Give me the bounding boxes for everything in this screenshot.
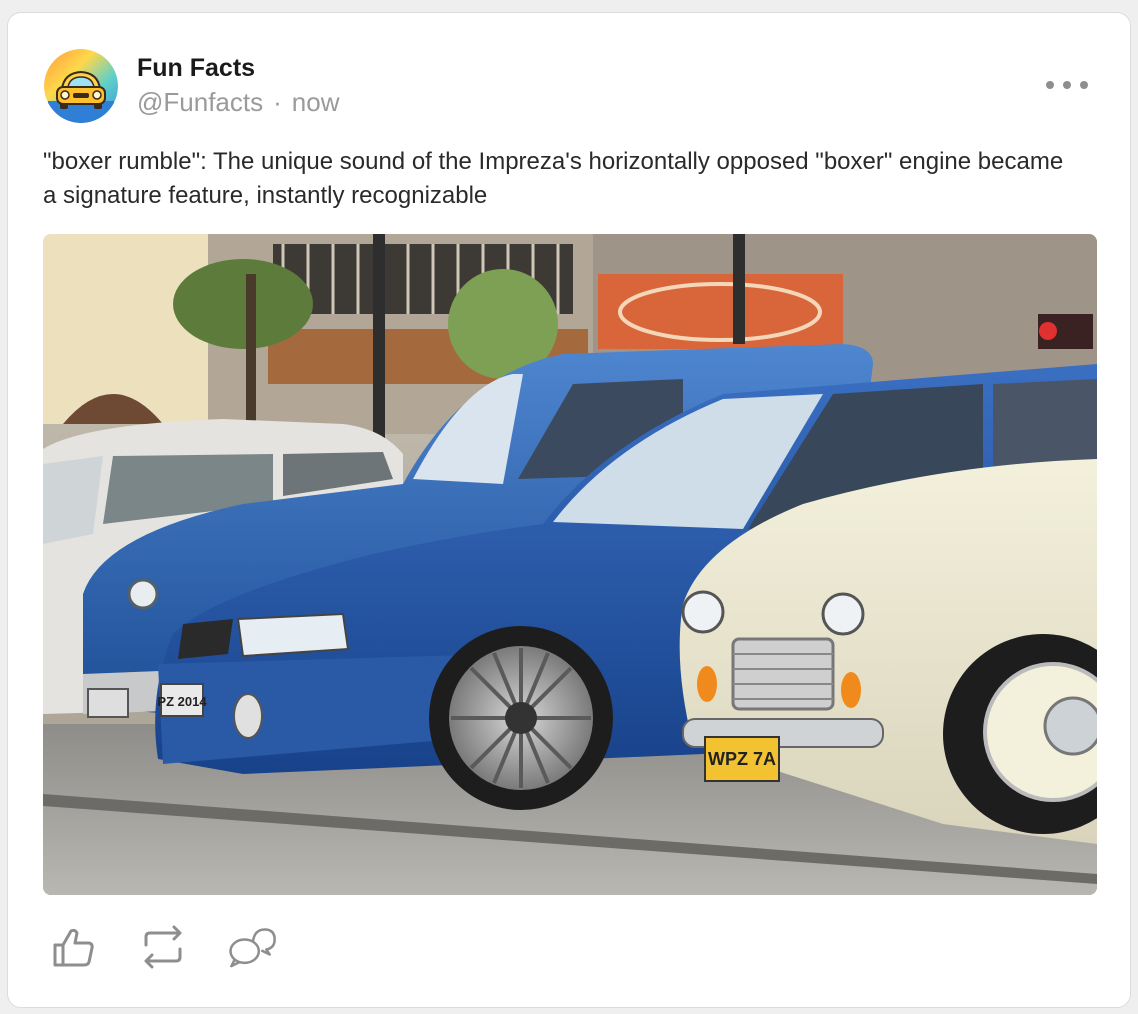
- like-button[interactable]: [48, 922, 98, 972]
- repost-icon: [144, 925, 182, 969]
- comment-icon: [229, 928, 276, 968]
- plate-text-blue: PZ 2014: [157, 694, 207, 709]
- post-text: "boxer rumble": The unique sound of the …: [43, 148, 1064, 209]
- author-name[interactable]: Fun Facts: [137, 54, 255, 83]
- author-avatar[interactable]: [44, 49, 118, 123]
- comment-button[interactable]: [228, 922, 278, 972]
- post-timestamp[interactable]: now: [292, 87, 340, 117]
- car-avatar-icon: [44, 49, 118, 123]
- like-icon: [53, 928, 94, 967]
- post-image[interactable]: PZ 2014 WPZ 7A: [43, 234, 1097, 895]
- author-handle[interactable]: @Funfacts: [137, 87, 263, 117]
- plate-text-cream: WPZ 7A: [708, 749, 776, 769]
- post-actions: [48, 917, 318, 977]
- post-card: Fun Facts @Funfacts · now "boxer rumble": …: [7, 12, 1131, 1008]
- author-meta: @Funfacts · now: [137, 87, 339, 118]
- more-dot: [1046, 81, 1054, 89]
- more-dot: [1080, 81, 1088, 89]
- repost-button[interactable]: [138, 922, 188, 972]
- cars-photo: PZ 2014 WPZ 7A: [43, 234, 1097, 895]
- more-dot: [1063, 81, 1071, 89]
- meta-separator: ·: [273, 87, 282, 117]
- more-options-button[interactable]: [1046, 73, 1088, 97]
